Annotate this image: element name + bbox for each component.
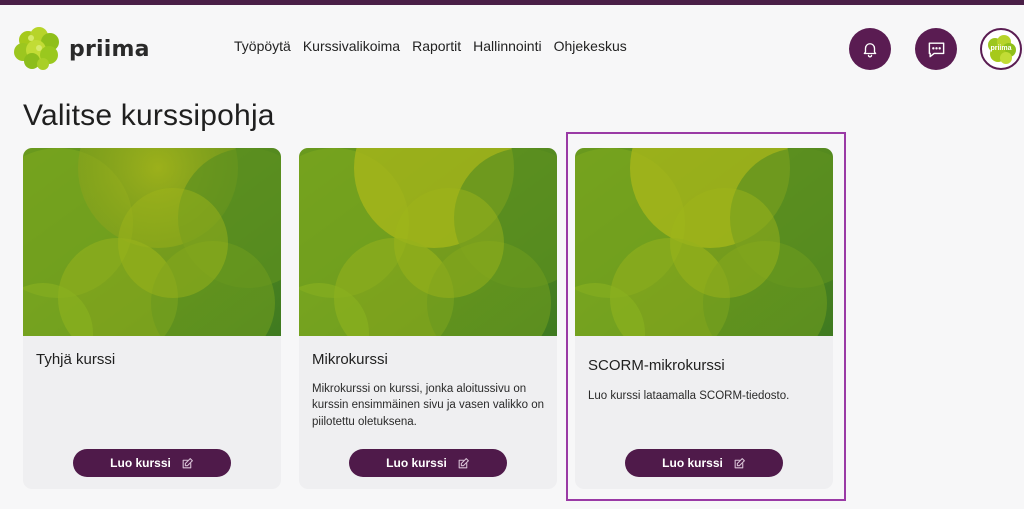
- nav-item-ohjekeskus[interactable]: Ohjekeskus: [554, 38, 627, 54]
- button-label: Luo kurssi: [110, 456, 171, 470]
- main-nav: Työpöytä Kurssivalikoima Raportit Hallin…: [234, 38, 627, 54]
- course-template-card: Mikrokurssi Mikrokurssi on kurssi, jonka…: [299, 148, 557, 489]
- avatar-image: priima: [988, 35, 1016, 64]
- card-description: Luo kurssi lataamalla SCORM-tiedosto.: [588, 390, 790, 402]
- button-label: Luo kurssi: [662, 456, 723, 470]
- edit-icon: [734, 457, 745, 468]
- card-image: [575, 148, 833, 336]
- card-description: Mikrokurssi on kurssi, jonka aloitussivu…: [312, 383, 545, 428]
- card-image: [299, 148, 557, 336]
- bell-icon: [863, 43, 877, 58]
- card-title: Mikrokurssi: [312, 351, 388, 368]
- nav-item-kurssivalikoima[interactable]: Kurssivalikoima: [303, 38, 400, 54]
- chat-icon: [928, 41, 944, 57]
- edit-icon: [458, 457, 469, 468]
- edit-icon: [182, 457, 193, 468]
- create-course-button[interactable]: Luo kurssi: [625, 449, 783, 477]
- messages-button[interactable]: [915, 28, 957, 70]
- priima-logo[interactable]: priima: [12, 26, 150, 72]
- nav-item-raportit[interactable]: Raportit: [412, 38, 461, 54]
- course-template-card-selected: SCORM-mikrokurssi Luo kurssi lataamalla …: [575, 148, 833, 489]
- page-title: Valitse kurssipohja: [23, 99, 275, 132]
- user-avatar[interactable]: priima: [980, 28, 1022, 70]
- card-image: [23, 148, 281, 336]
- course-template-card: Tyhjä kurssi Luo kurssi: [23, 148, 281, 489]
- logo-icon: [14, 27, 59, 70]
- create-course-button[interactable]: Luo kurssi: [73, 449, 231, 477]
- button-label: Luo kurssi: [386, 456, 447, 470]
- card-title: SCORM-mikrokurssi: [588, 357, 725, 374]
- nav-item-hallinnointi[interactable]: Hallinnointi: [473, 38, 541, 54]
- top-accent-bar: [0, 0, 1024, 5]
- avatar-text: priima: [990, 45, 1011, 52]
- notifications-button[interactable]: [849, 28, 891, 70]
- card-title: Tyhjä kurssi: [36, 351, 116, 368]
- create-course-button[interactable]: Luo kurssi: [349, 449, 507, 477]
- logo-text: priima: [69, 36, 150, 62]
- nav-item-tyopoyta[interactable]: Työpöytä: [234, 38, 291, 54]
